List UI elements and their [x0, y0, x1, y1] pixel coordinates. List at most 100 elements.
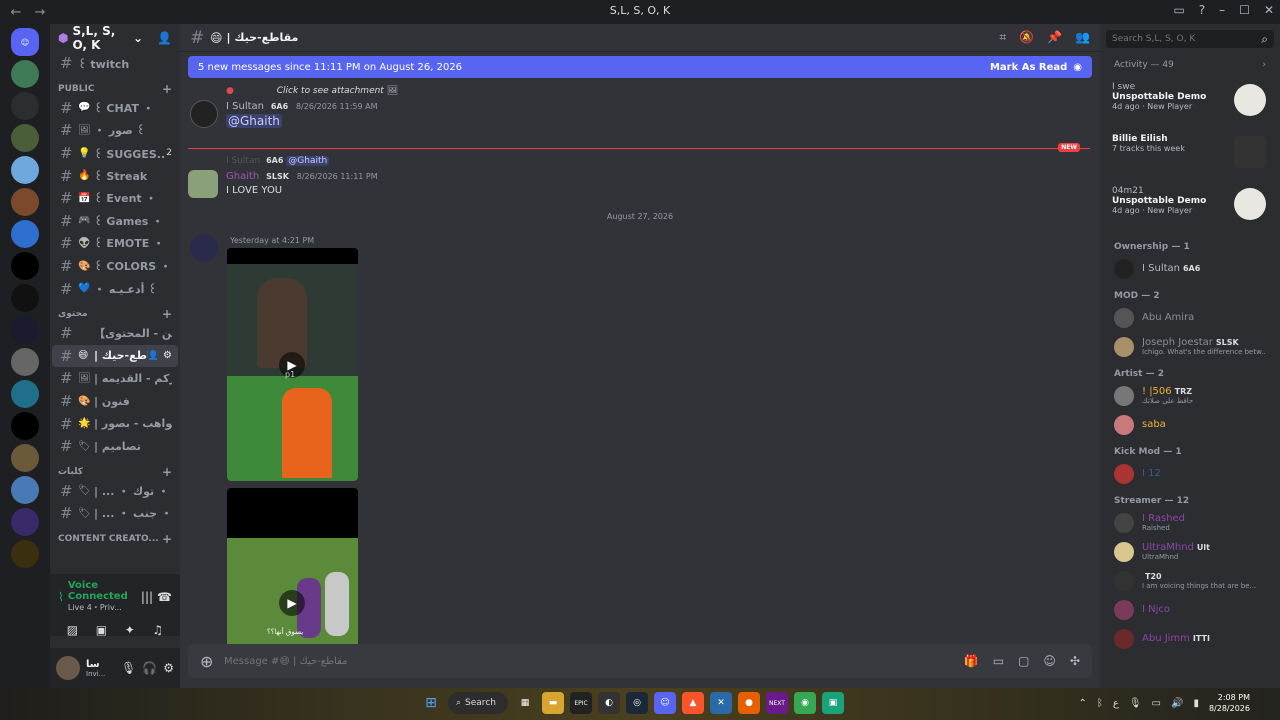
channel-item[interactable]: # 🖼 ・ صور ꒰: [52, 119, 178, 142]
chrome-icon[interactable]: ◉: [794, 692, 816, 714]
member-item[interactable]: ! |506 TRZ حافظ على صلاتك: [1100, 381, 1280, 410]
activity-icon[interactable]: ✦: [125, 623, 135, 637]
avatar[interactable]: [190, 234, 218, 262]
language-icon[interactable]: ع: [1113, 698, 1119, 709]
discord-home-icon[interactable]: ☺: [11, 28, 39, 56]
channel-item[interactable]: # 🏷 | تصاميم: [52, 435, 178, 458]
chevron-down-icon[interactable]: ⌄: [133, 31, 143, 45]
pin-icon[interactable]: 📌: [1047, 30, 1062, 45]
message-input[interactable]: [224, 655, 964, 667]
channel-item[interactable]: # 👽 ꒰ EMOTE ・: [52, 232, 178, 255]
search-icon[interactable]: ⌕: [1261, 32, 1268, 47]
maximize-icon[interactable]: ☐: [1239, 3, 1250, 17]
mention[interactable]: @Ghaith: [226, 114, 282, 128]
server-icon[interactable]: [11, 380, 39, 408]
channel-item[interactable]: # 🏷| ... ・ للتيك ・ توك: [52, 480, 178, 503]
member-item[interactable]: I Njco: [1100, 595, 1280, 624]
members-icon[interactable]: 👥: [1075, 30, 1090, 45]
channel-item[interactable]: # 🌟| مواهب - بصور...: [52, 412, 178, 435]
member-item[interactable]: I Sultan 6A6: [1100, 254, 1280, 283]
channel-category[interactable]: CONTENT CREATO... +: [50, 525, 180, 547]
server-icon[interactable]: [11, 412, 39, 440]
channel-item[interactable]: # 😄 | مقاطع-حيك👤 ⚙: [52, 344, 178, 368]
bluetooth-icon[interactable]: ᛒ: [1097, 698, 1103, 709]
channel-item[interactable]: # 🎮 ꒰ Games ・: [52, 210, 178, 233]
server-icon[interactable]: [11, 540, 39, 568]
mute-icon[interactable]: 🔕: [1019, 30, 1034, 45]
chevron-right-icon[interactable]: ›: [1262, 60, 1266, 70]
server-icon[interactable]: [11, 220, 39, 248]
server-icon[interactable]: [11, 188, 39, 216]
avatar[interactable]: [190, 100, 218, 128]
gear-icon[interactable]: ⚙: [163, 661, 174, 675]
member-item[interactable]: Abu Amira: [1100, 303, 1280, 332]
server-icon[interactable]: [11, 348, 39, 376]
gear-icon[interactable]: ⚙: [163, 350, 172, 361]
avatar[interactable]: [188, 170, 218, 198]
apps-icon[interactable]: ✣: [1070, 654, 1080, 668]
channel-item[interactable]: # 🖼| صوركم - القديمه: [52, 367, 178, 390]
server-icon[interactable]: [11, 508, 39, 536]
member-item[interactable]: UltraMhnd Ult UltraMhnd: [1100, 537, 1280, 566]
channel-item[interactable]: # 🎨 | فنون: [52, 390, 178, 413]
reply-preview[interactable]: I Sultan 6A6 @Ghaith: [226, 156, 1068, 166]
inbox-icon[interactable]: ▭: [1173, 3, 1184, 17]
member-item[interactable]: T20 I am voicing things that are be...: [1100, 566, 1280, 595]
server-header[interactable]: ⬢ S,L, S, O, K ⌄ 👤: [50, 24, 180, 52]
channel-item[interactable]: # 🔥 ꒰ Streak: [52, 164, 178, 187]
channel-item[interactable]: # 🏷| ... ・ على ・ جنب: [52, 502, 178, 525]
brave-icon[interactable]: ▲: [682, 692, 704, 714]
soundboard-icon[interactable]: ♫: [152, 623, 163, 637]
new-messages-banner[interactable]: 5 new messages since 11:11 PM on August …: [188, 56, 1092, 78]
noise-icon[interactable]: |||: [141, 590, 153, 604]
close-icon[interactable]: ✕: [1264, 3, 1274, 17]
voice-status[interactable]: Voice Connected: [68, 580, 137, 602]
video-attachment[interactable]: ▶ p1: [227, 248, 358, 481]
chevron-up-icon[interactable]: ⌃: [1078, 698, 1086, 709]
microphone-icon[interactable]: 🎙: [121, 661, 136, 675]
gift-icon[interactable]: 🎁: [964, 654, 979, 668]
server-icon[interactable]: [11, 444, 39, 472]
channel-item[interactable]: # 💬 ꒰ CHAT ・: [52, 97, 178, 120]
help-icon[interactable]: ?: [1199, 3, 1205, 17]
channel-category[interactable]: PUBLIC +: [50, 75, 180, 97]
battery-icon[interactable]: ▮: [1193, 698, 1199, 709]
activity-card[interactable]: 04m21 Unspottable Demo 4d ago · New Player: [1104, 182, 1276, 232]
video-attachment[interactable]: ▶ يسوق أنها؟؟: [227, 488, 358, 648]
app-icon[interactable]: ◐: [598, 692, 620, 714]
app-icon[interactable]: ▣: [822, 692, 844, 714]
message-author[interactable]: Ghaith: [226, 171, 259, 182]
add-channel-icon[interactable]: +: [162, 532, 172, 546]
clock[interactable]: 2:08 PM 8/28/2026: [1209, 692, 1250, 714]
epic-games-icon[interactable]: EPIC: [570, 692, 592, 714]
server-icon[interactable]: [11, 92, 39, 120]
member-item[interactable]: I Rashed Raished: [1100, 508, 1280, 537]
server-icon[interactable]: [11, 284, 39, 312]
search-input[interactable]: [1112, 34, 1262, 44]
avatar[interactable]: [56, 656, 80, 680]
server-icon[interactable]: [11, 316, 39, 344]
screen-share-icon[interactable]: ▣: [96, 623, 107, 637]
activity-card[interactable]: I swe Unspottable Demo 4d ago · New Player: [1104, 78, 1276, 128]
member-item[interactable]: saba: [1100, 410, 1280, 439]
channel-item[interactable]: # 💙 ・ أدعـيـه ꒰: [52, 277, 178, 300]
channel-category[interactable]: كلبات +: [50, 458, 180, 480]
add-channel-icon[interactable]: +: [162, 465, 172, 479]
mark-read-icon[interactable]: ◉: [1073, 62, 1082, 73]
activity-header[interactable]: Activity — 49 ›: [1100, 54, 1280, 76]
play-icon[interactable]: ▶: [279, 590, 305, 616]
add-channel-icon[interactable]: +: [162, 307, 172, 321]
server-icon[interactable]: [11, 476, 39, 504]
gif-icon[interactable]: ▭: [993, 654, 1004, 668]
member-item[interactable]: Abu Jimm ITTI: [1100, 624, 1280, 653]
add-attachment-icon[interactable]: ⊕: [200, 652, 224, 671]
channel-item[interactable]: # 💡 ꒰ SUGGES... 2: [52, 142, 178, 165]
threads-icon[interactable]: ⌗: [999, 30, 1006, 45]
member-item[interactable]: Joseph Joestar SLSK Ichigo. What's the dif…: [1100, 332, 1280, 361]
channel-item[interactable]: # 【قوانين - المحتوى】: [52, 322, 178, 345]
add-channel-icon[interactable]: +: [162, 82, 172, 96]
headphones-icon[interactable]: 🎧: [142, 661, 157, 675]
member-item[interactable]: I 12: [1100, 459, 1280, 488]
firefox-icon[interactable]: ●: [738, 692, 760, 714]
reply-preview[interactable]: ● Click to see attachment 🖼: [226, 86, 1068, 96]
